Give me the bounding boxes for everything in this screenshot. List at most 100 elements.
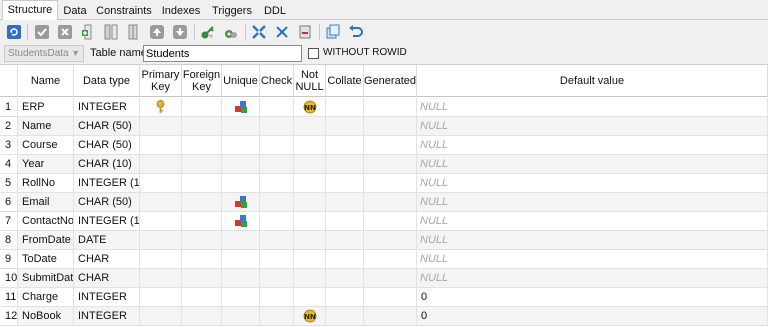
add-column-icon[interactable] [79, 23, 97, 41]
cell-notnull[interactable] [294, 269, 326, 288]
cell-type[interactable]: INTEGER (10) [74, 174, 140, 193]
header-name[interactable]: Name [18, 65, 74, 97]
cell-default[interactable]: NULL [417, 174, 768, 193]
cell-notnull[interactable] [294, 212, 326, 231]
undo-icon[interactable] [347, 23, 365, 41]
cell-notnull[interactable] [294, 117, 326, 136]
cell-name[interactable]: ContactNo [18, 212, 74, 231]
cell-collate[interactable] [326, 98, 364, 117]
table-row[interactable]: 7ContactNoINTEGER (10) NULL [0, 212, 768, 231]
cell-unique[interactable] [222, 307, 260, 326]
tab-triggers[interactable]: Triggers [206, 1, 258, 20]
cell-fk[interactable] [182, 231, 222, 250]
table-row[interactable]: 8 FromDate DATE NULL [0, 231, 768, 250]
cell-default[interactable]: NULL [417, 212, 768, 231]
add-check-icon[interactable] [273, 23, 291, 41]
cell-type[interactable]: CHAR (50) [74, 193, 140, 212]
header-primary-key[interactable]: Primary Key [140, 65, 182, 97]
commit-icon[interactable] [33, 23, 51, 41]
cell-type[interactable]: DATE [74, 231, 140, 250]
cell-fk[interactable] [182, 250, 222, 269]
header-unique[interactable]: Unique [222, 65, 260, 97]
cell-notnull[interactable] [294, 155, 326, 174]
cell-name[interactable]: Name [18, 117, 74, 136]
cell-pk[interactable] [140, 231, 182, 250]
header-not-null[interactable]: Not NULL [294, 65, 326, 97]
table-row[interactable]: 4 Year CHAR (10) NULL [0, 155, 768, 174]
cell-name[interactable]: Charge [18, 288, 74, 307]
cell-name[interactable]: ERP [18, 98, 74, 117]
cell-unique[interactable] [222, 117, 260, 136]
add-column-before-icon[interactable] [102, 23, 120, 41]
cell-generated[interactable] [364, 307, 417, 326]
cell-type[interactable]: INTEGER (10) [74, 212, 140, 231]
cell-check[interactable] [260, 193, 294, 212]
cell-collate[interactable] [326, 212, 364, 231]
cell-fk[interactable] [182, 193, 222, 212]
cell-pk[interactable] [140, 212, 182, 231]
without-rowid-checkbox[interactable] [308, 48, 319, 59]
cell-pk[interactable] [140, 307, 182, 326]
cell-type[interactable]: INTEGER [74, 288, 140, 307]
cell-unique[interactable] [222, 174, 260, 193]
cell-fk[interactable] [182, 307, 222, 326]
cell-notnull[interactable] [294, 193, 326, 212]
table-row[interactable]: 12 NoBook INTEGER NN 0 [0, 307, 768, 326]
cell-name[interactable]: NoBook [18, 307, 74, 326]
cell-unique[interactable] [222, 193, 260, 212]
add-not-null-icon[interactable] [296, 23, 314, 41]
create-similar-icon[interactable] [324, 23, 342, 41]
cell-name[interactable]: Course [18, 136, 74, 155]
table-row[interactable]: 3 Course CHAR (50) NULL [0, 136, 768, 155]
tab-ddl[interactable]: DDL [258, 1, 292, 20]
cell-unique[interactable] [222, 98, 260, 117]
cell-pk[interactable] [140, 155, 182, 174]
cell-collate[interactable] [326, 155, 364, 174]
cell-notnull[interactable] [294, 136, 326, 155]
cell-fk[interactable] [182, 269, 222, 288]
cell-collate[interactable] [326, 288, 364, 307]
cell-name[interactable]: SubmitDate [18, 269, 74, 288]
cell-pk[interactable] [140, 193, 182, 212]
cell-unique[interactable] [222, 288, 260, 307]
cell-collate[interactable] [326, 231, 364, 250]
rollback-icon[interactable] [56, 23, 74, 41]
cell-check[interactable] [260, 250, 294, 269]
cell-collate[interactable] [326, 250, 364, 269]
cell-fk[interactable] [182, 136, 222, 155]
cell-default[interactable]: NULL [417, 250, 768, 269]
cell-default[interactable]: NULL [417, 117, 768, 136]
tab-constraints[interactable]: Constraints [92, 1, 156, 20]
cell-unique[interactable] [222, 155, 260, 174]
cell-unique[interactable] [222, 250, 260, 269]
cell-check[interactable] [260, 288, 294, 307]
table-row[interactable]: 6 Email CHAR (50) NULL [0, 193, 768, 212]
add-foreign-key-icon[interactable] [222, 23, 240, 41]
table-row[interactable]: 10 SubmitDate CHAR NULL [0, 269, 768, 288]
tab-structure[interactable]: Structure [2, 0, 58, 21]
add-unique-icon[interactable] [250, 23, 268, 41]
cell-unique[interactable] [222, 269, 260, 288]
move-up-icon[interactable] [148, 23, 166, 41]
cell-fk[interactable] [182, 98, 222, 117]
cell-check[interactable] [260, 136, 294, 155]
cell-type[interactable]: CHAR [74, 250, 140, 269]
cell-default[interactable]: NULL [417, 231, 768, 250]
cell-generated[interactable] [364, 117, 417, 136]
cell-collate[interactable] [326, 136, 364, 155]
header-datatype[interactable]: Data type [74, 65, 140, 97]
header-default-value[interactable]: Default value [417, 65, 768, 97]
cell-fk[interactable] [182, 155, 222, 174]
cell-unique[interactable] [222, 231, 260, 250]
cell-default[interactable]: NULL [417, 269, 768, 288]
cell-pk[interactable] [140, 136, 182, 155]
cell-fk[interactable] [182, 212, 222, 231]
cell-check[interactable] [260, 307, 294, 326]
cell-type[interactable]: CHAR (10) [74, 155, 140, 174]
cell-notnull[interactable]: NN [294, 307, 326, 326]
cell-pk[interactable] [140, 288, 182, 307]
refresh-icon[interactable] [5, 23, 23, 41]
cell-notnull[interactable] [294, 288, 326, 307]
cell-check[interactable] [260, 231, 294, 250]
database-select[interactable]: StudentsData ▼ [4, 45, 84, 62]
